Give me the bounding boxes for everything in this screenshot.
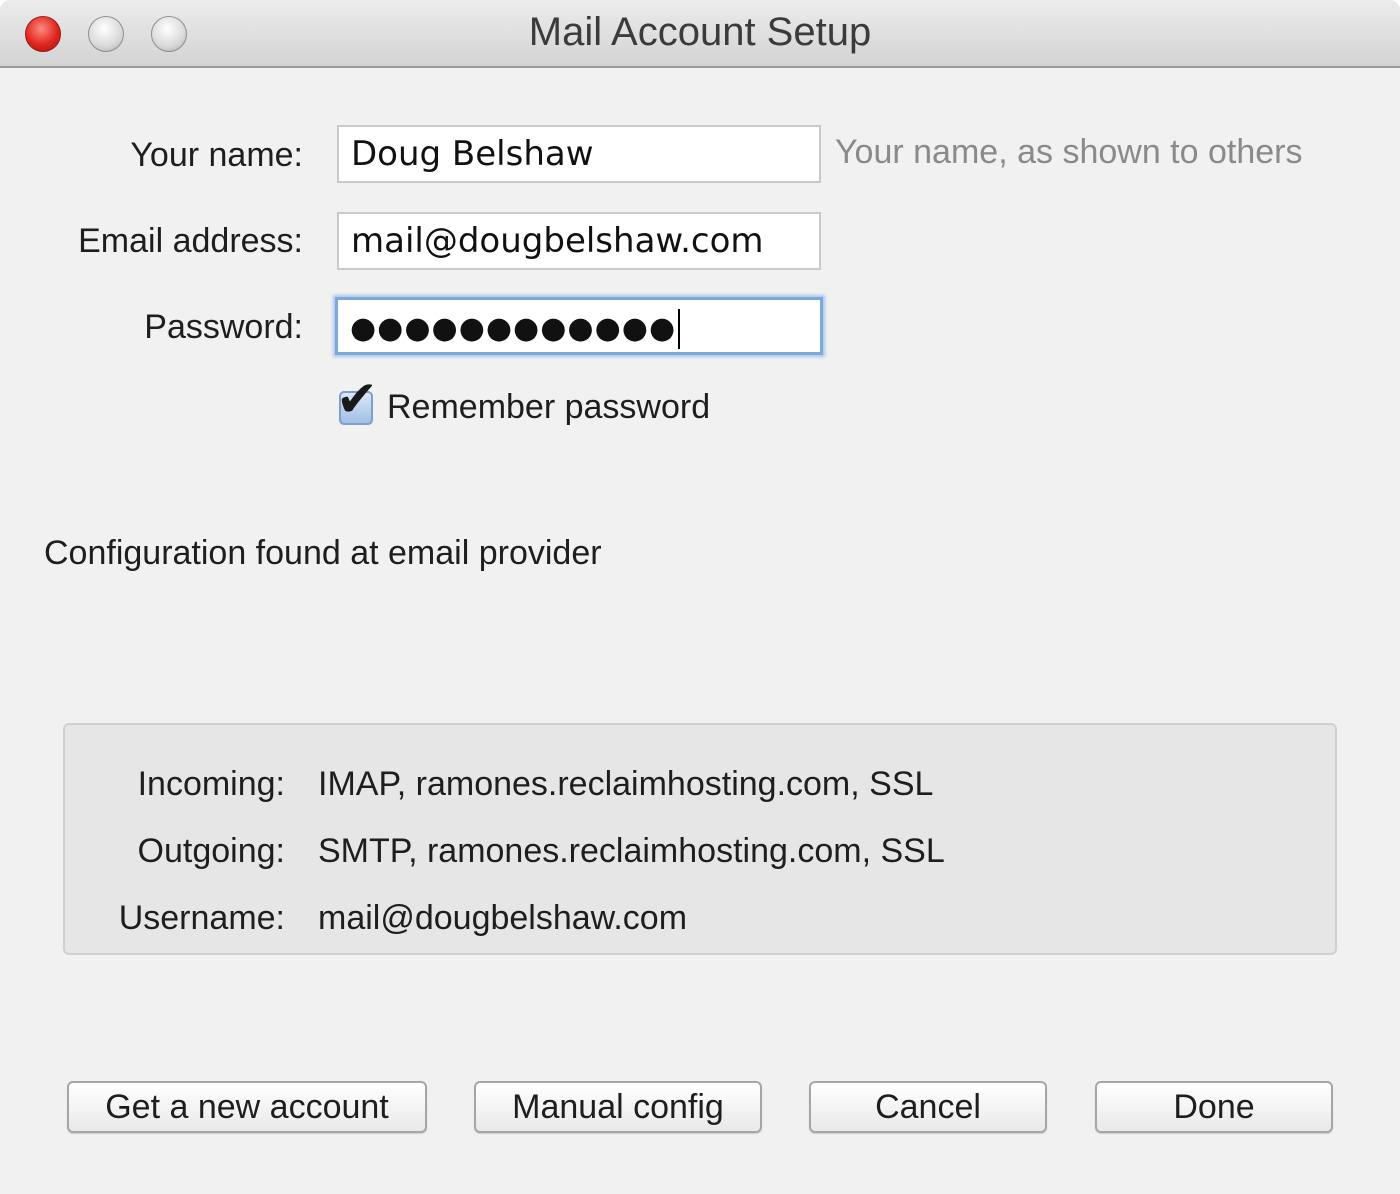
cancel-button[interactable]: Cancel xyxy=(809,1081,1047,1133)
password-input[interactable]: ●●●●●●●●●●●● xyxy=(335,297,823,355)
your-name-label: Your name: xyxy=(130,136,303,174)
window-title: Mail Account Setup xyxy=(528,10,872,54)
mail-account-setup-window: Mail Account Setup Your name: Doug Belsh… xyxy=(0,0,1400,1194)
outgoing-label: Outgoing: xyxy=(137,832,285,870)
status-message: Configuration found at email provider xyxy=(44,534,602,572)
incoming-label: Incoming: xyxy=(137,765,285,803)
outgoing-value: SMTP, ramones.reclaimhosting.com, SSL xyxy=(318,832,945,870)
your-name-input[interactable]: Doug Belshaw xyxy=(337,125,821,183)
password-mask: ●●●●●●●●●●●● xyxy=(350,311,677,346)
get-new-account-button[interactable]: Get a new account xyxy=(67,1081,427,1133)
email-address-label: Email address: xyxy=(78,222,303,260)
email-address-input[interactable]: mail@dougbelshaw.com xyxy=(337,212,821,270)
checkmark-icon: ✔ xyxy=(336,370,378,428)
done-button[interactable]: Done xyxy=(1095,1081,1333,1133)
password-label: Password: xyxy=(144,308,303,346)
manual-config-button[interactable]: Manual config xyxy=(474,1081,762,1133)
username-value: mail@dougbelshaw.com xyxy=(318,899,688,937)
title-bar[interactable]: Mail Account Setup xyxy=(0,0,1400,68)
configuration-summary: Incoming: IMAP, ramones.reclaimhosting.c… xyxy=(63,723,1337,955)
remember-password-label[interactable]: Remember password xyxy=(387,388,710,427)
your-name-hint: Your name, as shown to others xyxy=(835,133,1303,171)
username-label: Username: xyxy=(118,899,285,937)
text-caret xyxy=(678,308,681,349)
incoming-value: IMAP, ramones.reclaimhosting.com, SSL xyxy=(318,765,934,803)
